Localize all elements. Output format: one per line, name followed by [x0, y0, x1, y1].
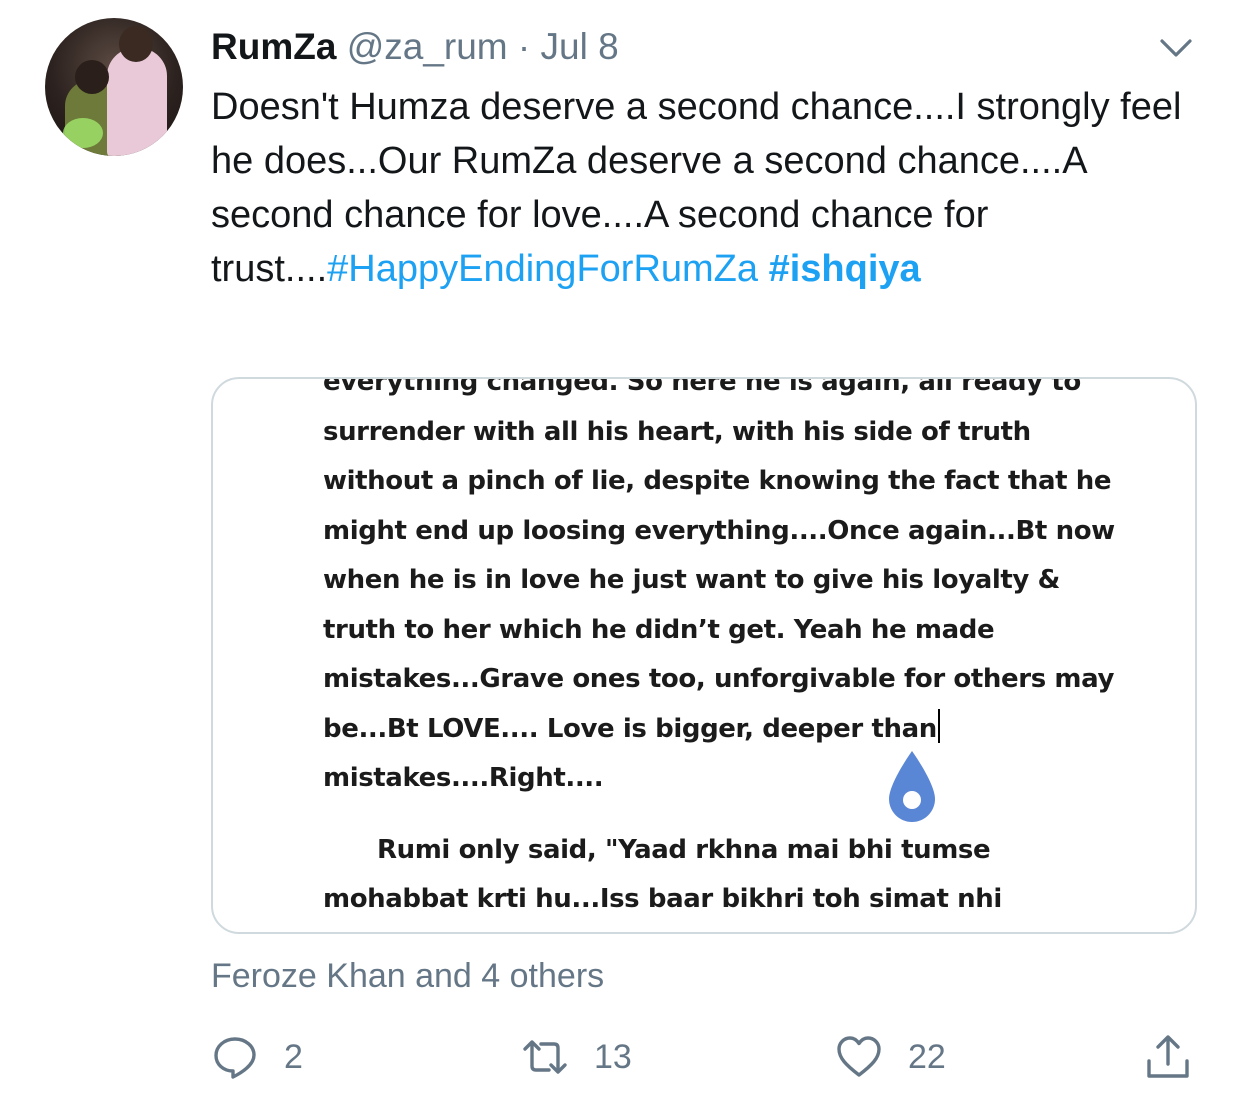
reply-bubble-icon	[214, 1037, 256, 1079]
document-line: truth to her which he didn’t get. Yeah h…	[323, 614, 995, 645]
document-line: might end up loosing everything....Once …	[323, 515, 1115, 546]
retweet-icon	[523, 1040, 567, 1074]
document-line: surrender with all his heart, with his s…	[323, 416, 1031, 447]
separator-dot: ·	[517, 26, 531, 67]
avatar-figure	[75, 60, 109, 94]
document-line-cursor: be...Bt LOVE.... Love is bigger, deeper …	[323, 705, 1183, 755]
author-name[interactable]: RumZa	[211, 26, 336, 67]
document-line: when he is in love he just want to give …	[323, 565, 1060, 595]
share-icon	[1147, 1035, 1189, 1078]
hashtag-link[interactable]: #HappyEndingForRumZa	[327, 248, 758, 290]
document-line: mohabbat krti hu...Iss baar bikhri toh s…	[323, 884, 1002, 914]
media-attachment[interactable]: everything changed. So here he is again,…	[211, 377, 1197, 934]
cursor-drop-icon	[889, 751, 935, 822]
document-line: mistakes....Right....	[323, 763, 604, 793]
document-line: be...Bt LOVE.... Love is bigger, deeper …	[323, 713, 937, 744]
tweet-date[interactable]: Jul 8	[541, 26, 619, 67]
reply-button[interactable]: 2	[212, 1030, 303, 1084]
tweet-actions: 2 13 22	[0, 1030, 1242, 1084]
avatar-figure	[107, 48, 167, 156]
share-button[interactable]	[1145, 1030, 1191, 1084]
text-cursor	[937, 708, 940, 743]
document-line: without a pinch of lie, despite knowing …	[323, 466, 1112, 496]
author-handle[interactable]: @za_rum	[347, 26, 508, 67]
tweet-text: Doesn't Humza deserve a second chance...…	[211, 80, 1191, 296]
document-line: everything changed. So here he is again,…	[323, 377, 1081, 397]
heart-icon	[837, 1036, 881, 1077]
like-count: 22	[908, 1037, 946, 1076]
chevron-down-icon[interactable]	[1158, 36, 1194, 60]
document-screenshot: everything changed. So here he is again,…	[323, 377, 1183, 925]
avatar-figure	[119, 26, 153, 62]
document-line: mistakes...Grave ones too, unforgivable …	[323, 664, 1115, 694]
document-line: Rumi only said, "Yaad rkhna mai bhi tums…	[377, 834, 991, 865]
hashtag-link[interactable]: #ishqiya	[769, 248, 921, 290]
avatar[interactable]	[45, 18, 183, 156]
reply-count: 2	[284, 1037, 303, 1076]
tweet[interactable]: RumZa @za_rum · Jul 8 Doesn't Humza dese…	[0, 0, 1242, 1093]
tweet-header: RumZa @za_rum · Jul 8	[211, 24, 619, 70]
avatar-figure	[63, 118, 103, 148]
retweet-button[interactable]: 13	[522, 1030, 632, 1084]
like-button[interactable]: 22	[836, 1030, 946, 1084]
retweet-count: 13	[594, 1037, 632, 1076]
liked-by-text[interactable]: Feroze Khan and 4 others	[211, 954, 604, 998]
